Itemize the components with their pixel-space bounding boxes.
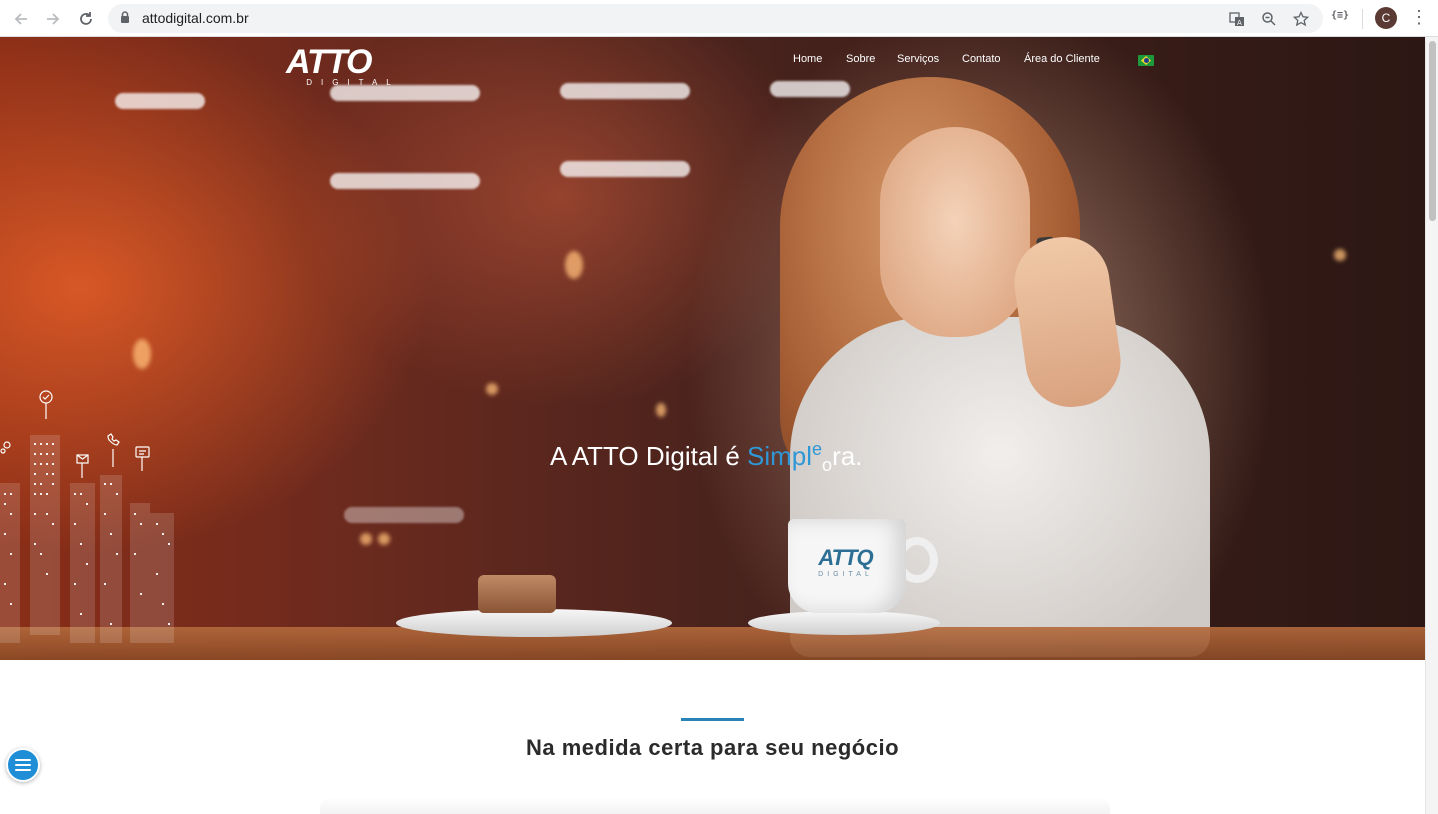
section-divider: [681, 718, 744, 721]
extension-icon[interactable]: {≡}: [1331, 10, 1349, 21]
lamp-glow: [360, 533, 372, 545]
reload-icon[interactable]: [75, 8, 97, 30]
lock-icon: [120, 11, 130, 29]
lamp-glow: [1334, 249, 1346, 261]
section-title: Na medida certa para seu negócio: [525, 735, 900, 760]
zoom-icon[interactable]: [1260, 10, 1278, 28]
brazil-flag-icon[interactable]: [1138, 55, 1154, 66]
hero-headline: A ATTO Digital é Simpleora.: [550, 439, 863, 475]
flag-circle: [1143, 58, 1149, 63]
browser-toolbar: attodigital.com.br A {≡} C ⋮: [0, 0, 1438, 37]
lamp-glow: [656, 403, 666, 417]
saucer-image: [748, 611, 940, 635]
hero-section: ATTQ DIGITAL ATTO DIGITAL Home Sobre Ser…: [0, 37, 1425, 660]
translate-icon[interactable]: A: [1228, 10, 1246, 28]
url-text[interactable]: attodigital.com.br: [142, 10, 249, 26]
cup-logo: ATTQ DIGITAL: [798, 545, 893, 578]
headline-suffix: ra.: [832, 441, 863, 471]
floating-menu-button[interactable]: [6, 748, 40, 782]
browser-menu-icon[interactable]: ⋮: [1410, 8, 1428, 28]
nav-contato[interactable]: Contato: [962, 53, 1001, 65]
page-scrollbar[interactable]: [1425, 37, 1438, 814]
menu-line: [15, 759, 31, 761]
logo-text: ATTO: [286, 43, 372, 81]
table-surface: [0, 627, 1425, 660]
lamp-glow: [378, 533, 390, 545]
scrollbar-thumb[interactable]: [1429, 41, 1436, 221]
page-viewport: ATTQ DIGITAL ATTO DIGITAL Home Sobre Ser…: [0, 37, 1425, 814]
background-light: [560, 161, 690, 177]
headline-lowered: o: [822, 455, 833, 475]
bookmark-star-icon[interactable]: [1292, 10, 1310, 28]
city-network-illustration: [0, 390, 174, 643]
woman-face: [880, 127, 1030, 337]
background-light: [770, 81, 850, 97]
background-light: [330, 173, 480, 189]
cup-logo-sub: DIGITAL: [818, 571, 873, 578]
headline-accent: Simpl: [747, 441, 813, 471]
menu-line: [15, 764, 31, 766]
background-light: [115, 93, 205, 109]
headline-accent-raised: e: [812, 439, 823, 459]
card-top-shadow: [320, 797, 1110, 814]
plate-image: [396, 609, 672, 637]
menu-line: [15, 769, 31, 771]
address-bar[interactable]: attodigital.com.br A: [108, 4, 1323, 33]
svg-text:A: A: [1237, 19, 1242, 27]
background-light: [330, 85, 480, 101]
back-icon[interactable]: [10, 8, 32, 30]
nav-area-do-cliente[interactable]: Área do Cliente: [1024, 53, 1100, 65]
lamp-glow: [486, 383, 498, 395]
lamp-glow: [133, 339, 151, 369]
nav-home[interactable]: Home: [793, 53, 822, 65]
lamp-glow: [565, 251, 583, 279]
background-light: [344, 507, 464, 523]
site-logo[interactable]: ATTO DIGITAL: [286, 43, 410, 87]
profile-avatar[interactable]: C: [1375, 7, 1397, 29]
nav-sobre[interactable]: Sobre: [846, 53, 875, 65]
background-light: [560, 83, 690, 99]
headline-prefix: A ATTO Digital é: [550, 441, 748, 471]
cup-logo-text: ATTQ: [818, 545, 873, 570]
cake-image: [478, 575, 556, 613]
forward-icon[interactable]: [42, 8, 64, 30]
nav-servicos[interactable]: Serviços: [897, 53, 939, 65]
toolbar-divider: [1362, 9, 1363, 29]
